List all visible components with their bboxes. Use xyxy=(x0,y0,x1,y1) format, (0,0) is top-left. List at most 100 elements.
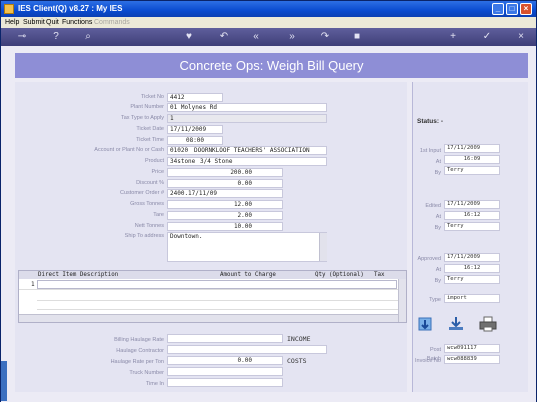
post-batch-field: wcw091117 xyxy=(444,344,500,353)
app-window: IES Client(Q) v8.27 : My IES _ □ × Help … xyxy=(0,0,537,402)
rewind-icon[interactable]: « xyxy=(250,31,262,43)
price-label: Price xyxy=(151,169,164,175)
haulage-rate-per-ton-label: Haulage Rate per Ton xyxy=(110,359,164,365)
table-row[interactable] xyxy=(37,300,398,310)
ship-to-label: Ship To address xyxy=(124,233,164,239)
truck-number-label: Truck Number xyxy=(129,370,164,376)
billing-haulage-rate-label: Billing Haulage Rate xyxy=(114,337,164,343)
undo-icon[interactable]: ↶ xyxy=(218,31,230,43)
gross-tonnes-label: Gross Tonnes xyxy=(130,201,164,207)
customer-order-field[interactable]: 2400.17/11/09 xyxy=(167,189,283,198)
help-icon[interactable]: ? xyxy=(50,31,62,43)
table-row[interactable]: 1 xyxy=(19,280,398,290)
product-code-field[interactable]: 34stone xyxy=(167,157,199,166)
ticket-no-label: Ticket No xyxy=(140,94,164,100)
type-label: Type xyxy=(429,297,441,303)
approved-label: Approved xyxy=(417,256,441,262)
ship-to-scrollbar[interactable] xyxy=(319,233,327,261)
printer-icon[interactable] xyxy=(479,316,497,332)
invoice-no-label: Invoice No xyxy=(415,358,441,364)
main-content: Concrete Ops: Weigh Bill Query Ticket No… xyxy=(1,46,536,402)
type-field: import xyxy=(444,294,500,303)
discount-field[interactable]: 0.00 xyxy=(167,179,283,188)
stop-icon[interactable]: ■ xyxy=(351,31,363,43)
costs-label: COSTS xyxy=(287,357,307,365)
account-name-field[interactable]: DOORNKLOOF TEACHERS' ASSOCIATION xyxy=(192,146,327,155)
haulage-contractor-field[interactable] xyxy=(167,345,327,354)
close-icon[interactable]: × xyxy=(515,31,527,43)
window-title: IES Client(Q) v8.27 : My IES xyxy=(18,4,123,13)
grid-horizontal-scrollbar[interactable] xyxy=(19,314,398,322)
discount-label: Discount % xyxy=(136,180,164,186)
price-field[interactable]: 200.00 xyxy=(167,168,283,177)
row-number: 1 xyxy=(31,281,35,288)
heart-icon[interactable]: ♥ xyxy=(183,31,195,43)
account-no-field[interactable]: 01020 xyxy=(167,146,193,155)
ship-to-textarea[interactable]: Downtown. xyxy=(167,232,327,262)
nett-tonnes-field[interactable]: 10.00 xyxy=(167,222,283,231)
check-icon[interactable]: ✓ xyxy=(481,31,493,43)
col-description[interactable]: Direct Item Description xyxy=(38,271,118,279)
toolbar: ⊸ ? ⌕ ♥ ↶ « » ↷ ■ + ✓ × xyxy=(1,28,536,46)
edited-by-label: By xyxy=(434,225,441,231)
menu-help[interactable]: Help xyxy=(5,18,19,27)
plant-number-label: Plant Number xyxy=(130,104,164,110)
ticket-date-field[interactable]: 17/11/2009 xyxy=(167,125,223,134)
haulage-contractor-label: Haulage Contractor xyxy=(116,348,164,354)
tare-label: Tare xyxy=(153,212,164,218)
description-cell[interactable] xyxy=(37,280,397,289)
plant-number-field[interactable]: 01 Molynes Rd xyxy=(167,103,327,112)
approved-by-field: Terry xyxy=(444,275,500,284)
customer-order-label: Customer Order # xyxy=(119,190,164,196)
invoice-no-field: wcw088839 xyxy=(444,355,500,364)
approved-by-label: By xyxy=(434,278,441,284)
key-icon[interactable]: ⊸ xyxy=(13,31,31,43)
first-input-at-label: At xyxy=(435,159,441,165)
menu-quit[interactable]: Quit xyxy=(46,18,59,27)
tax-type-field[interactable]: 1 xyxy=(167,114,327,123)
redo-icon[interactable]: ↷ xyxy=(319,31,331,43)
import-icon[interactable] xyxy=(447,316,465,332)
close-window-button[interactable]: × xyxy=(520,3,532,15)
ticket-time-field[interactable]: 08:00 xyxy=(167,136,223,145)
edited-time-field: 16:12 xyxy=(444,211,500,220)
col-amount[interactable]: Amount to Charge xyxy=(220,271,276,279)
first-input-by-label: By xyxy=(434,170,441,176)
gross-tonnes-field[interactable]: 12.00 xyxy=(167,200,283,209)
first-input-time-field: 16:09 xyxy=(444,155,500,164)
edited-label: Edited xyxy=(425,203,441,209)
page-title: Concrete Ops: Weigh Bill Query xyxy=(15,53,528,78)
col-tax[interactable]: Tax xyxy=(374,271,384,279)
product-name-field[interactable]: 3/4 Stone xyxy=(198,157,327,166)
col-qty[interactable]: Qty (Optional) xyxy=(315,271,364,279)
side-panel-tab[interactable] xyxy=(1,361,7,401)
grid-vertical-scrollbar[interactable] xyxy=(398,279,406,322)
minimize-button[interactable]: _ xyxy=(492,3,504,15)
menu-submit[interactable]: Submit xyxy=(23,18,45,27)
add-icon[interactable]: + xyxy=(447,31,459,43)
search-icon[interactable]: ⌕ xyxy=(82,31,94,43)
maximize-button[interactable]: □ xyxy=(506,3,518,15)
menu-functions[interactable]: Functions xyxy=(62,18,92,27)
menu-commands[interactable]: Commands xyxy=(94,18,130,27)
income-label: INCOME xyxy=(287,335,311,343)
app-icon xyxy=(4,4,14,14)
edited-by-field: Terry xyxy=(444,222,500,231)
tare-field[interactable]: 2.00 xyxy=(167,211,283,220)
first-input-date-field: 17/11/2009 xyxy=(444,144,500,153)
time-in-field[interactable] xyxy=(167,378,283,387)
download-icon[interactable] xyxy=(417,316,435,332)
haulage-rate-per-ton-field[interactable]: 0.00 xyxy=(167,356,283,365)
ticket-no-field[interactable]: 4412 xyxy=(167,93,223,102)
truck-number-field[interactable] xyxy=(167,367,283,376)
edited-date-field: 17/11/2009 xyxy=(444,200,500,209)
ticket-time-label: Ticket Time xyxy=(136,137,164,143)
nett-tonnes-label: Nett Tonnes xyxy=(134,223,164,229)
fast-forward-icon[interactable]: » xyxy=(286,31,298,43)
tax-type-label: Tax Type to Apply xyxy=(120,115,164,121)
first-input-by-field: Terry xyxy=(444,166,500,175)
menu-bar: Help Submit Quit Functions Commands xyxy=(1,17,536,28)
billing-haulage-rate-field[interactable] xyxy=(167,334,283,343)
approved-date-field: 17/11/2009 xyxy=(444,253,500,262)
items-grid: Direct Item Description Amount to Charge… xyxy=(18,270,407,323)
